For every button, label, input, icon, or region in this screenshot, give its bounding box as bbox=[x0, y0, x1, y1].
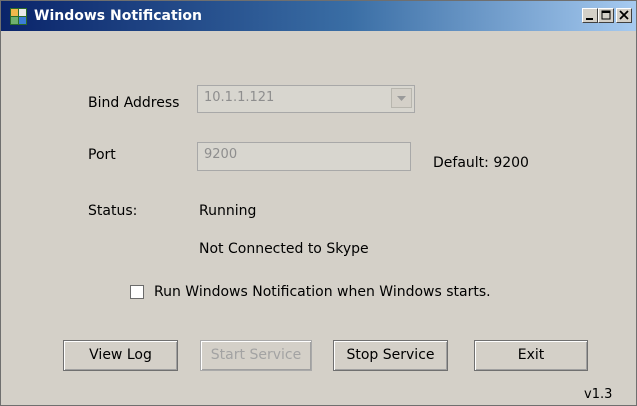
status-detail: Not Connected to Skype bbox=[199, 241, 369, 257]
chevron-down-icon bbox=[397, 96, 406, 101]
minimize-button[interactable] bbox=[582, 8, 598, 23]
start-service-button[interactable]: Start Service bbox=[200, 340, 312, 371]
maximize-icon bbox=[601, 10, 611, 20]
app-icon bbox=[10, 8, 27, 25]
port-default-text: Default: 9200 bbox=[433, 155, 529, 171]
bind-address-select[interactable]: 10.1.1.121 bbox=[197, 85, 415, 113]
startup-checkbox[interactable] bbox=[130, 285, 144, 299]
bind-address-label: Bind Address bbox=[88, 95, 180, 111]
port-label: Port bbox=[88, 147, 116, 163]
window-title: Windows Notification bbox=[34, 8, 203, 24]
port-field[interactable]: 9200 bbox=[197, 142, 411, 171]
stop-service-button[interactable]: Stop Service bbox=[333, 340, 448, 371]
maximize-button[interactable] bbox=[598, 8, 614, 23]
title-bar[interactable]: Windows Notification bbox=[1, 1, 636, 31]
port-value: 9200 bbox=[204, 147, 238, 162]
startup-checkbox-label[interactable]: Run Windows Notification when Windows st… bbox=[154, 284, 491, 300]
version-label: v1.3 bbox=[584, 387, 613, 402]
status-value: Running bbox=[199, 203, 257, 219]
close-icon bbox=[619, 10, 629, 20]
view-log-button[interactable]: View Log bbox=[63, 340, 178, 371]
exit-button[interactable]: Exit bbox=[474, 340, 588, 371]
app-window: Windows Notification Bind Address 10.1.1… bbox=[0, 0, 637, 406]
minimize-icon bbox=[586, 18, 593, 20]
close-button[interactable] bbox=[616, 8, 632, 23]
dropdown-button[interactable] bbox=[391, 88, 412, 108]
bind-address-value: 10.1.1.121 bbox=[204, 90, 275, 105]
status-label: Status: bbox=[88, 203, 138, 219]
